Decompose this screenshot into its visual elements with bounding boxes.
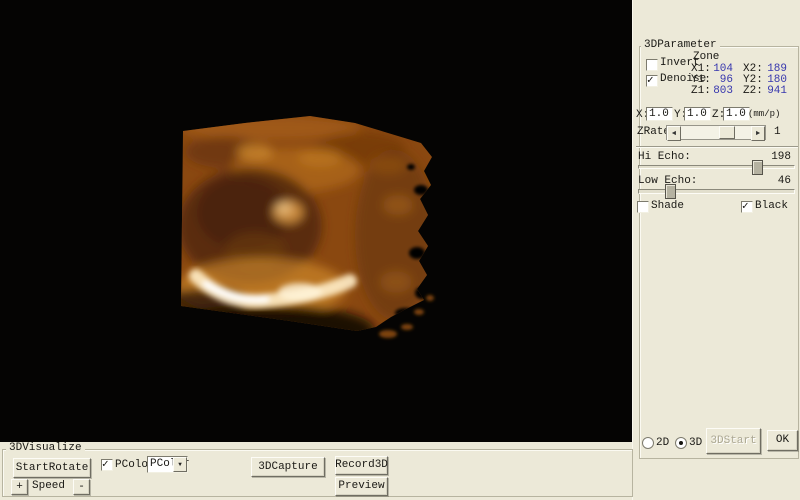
ultrasound-render <box>0 0 632 442</box>
render-viewport[interactable] <box>0 0 632 442</box>
zone-title: Zone <box>693 52 719 63</box>
speed-minus-button[interactable]: - <box>73 479 90 495</box>
record3d-button[interactable]: Record3D <box>335 456 388 475</box>
capture3d-button[interactable]: 3DCapture <box>251 457 325 477</box>
hi-echo-slider[interactable] <box>638 165 795 169</box>
black-checkbox[interactable] <box>741 201 753 213</box>
low-echo-value: 46 <box>763 176 791 187</box>
low-echo-slider[interactable] <box>638 189 795 194</box>
black-label: Black <box>755 201 788 212</box>
zrate-value: 1 <box>774 127 781 138</box>
x-scale-input[interactable] <box>646 107 673 121</box>
pcolor-checkbox[interactable] <box>101 459 113 471</box>
hi-echo-label: Hi Echo: <box>638 152 691 163</box>
mode-3d-label: 3D <box>689 438 702 449</box>
zrate-right-arrow[interactable]: ► <box>751 126 765 141</box>
mode-2d-radio[interactable] <box>642 437 654 449</box>
zrate-scrollbar[interactable]: ◄ ► <box>666 125 766 140</box>
speed-plus-button[interactable]: + <box>11 479 28 495</box>
separator <box>636 146 798 148</box>
parameter-panel: 3DParameter Invert Denoise Zone X1: 104 … <box>632 0 800 500</box>
zrate-thumb[interactable] <box>719 126 735 139</box>
hi-echo-value: 198 <box>763 152 791 163</box>
parameter-group-title: 3DParameter <box>641 40 720 51</box>
zone-z2-value: 941 <box>757 86 787 97</box>
shade-checkbox[interactable] <box>637 201 649 213</box>
visualize-panel: 3DVisualize StartRotate + Speed - PColor… <box>0 442 632 500</box>
app-window: 3DParameter Invert Denoise Zone X1: 104 … <box>0 0 800 500</box>
invert-checkbox[interactable] <box>646 59 658 71</box>
scale-unit-label: (mm/p) <box>748 109 780 120</box>
start3d-button[interactable]: 3DStart <box>706 428 761 454</box>
z-scale-input[interactable] <box>723 107 750 121</box>
shade-label: Shade <box>651 201 684 212</box>
mode-3d-radio[interactable] <box>675 437 687 449</box>
zone-z1-value: 803 <box>705 86 733 97</box>
chevron-down-icon[interactable]: ▼ <box>173 457 187 472</box>
start-rotate-button[interactable]: StartRotate <box>13 458 91 478</box>
denoise-checkbox[interactable] <box>646 75 658 87</box>
zrate-left-arrow[interactable]: ◄ <box>667 126 681 141</box>
mode-2d-label: 2D <box>656 438 669 449</box>
hi-echo-thumb[interactable] <box>752 160 763 175</box>
low-echo-thumb[interactable] <box>665 184 676 199</box>
speed-label: Speed <box>32 481 65 492</box>
y-scale-input[interactable] <box>684 107 711 121</box>
pcolor-dropdown[interactable]: PColor ▼ <box>147 456 188 473</box>
preview-button[interactable]: Preview <box>335 477 388 496</box>
ok-button[interactable]: OK <box>767 430 798 451</box>
visualize-group-title: 3DVisualize <box>6 443 85 454</box>
